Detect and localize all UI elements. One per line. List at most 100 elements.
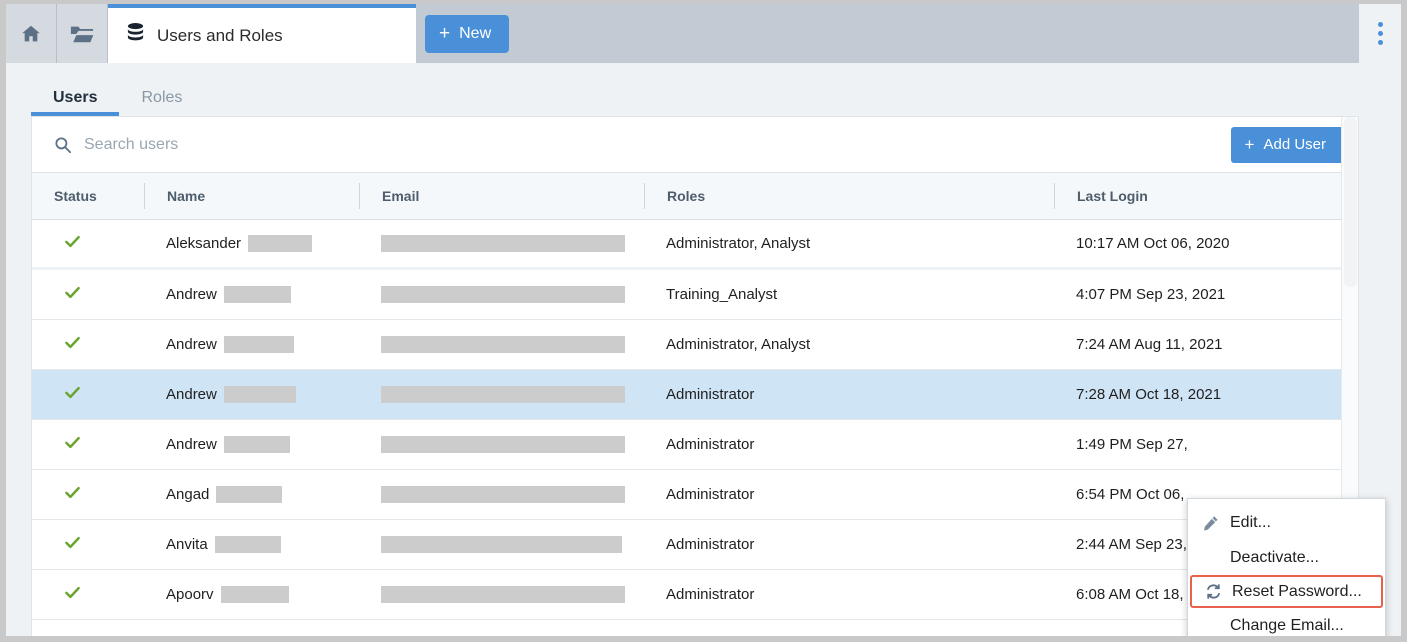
redacted-last-name bbox=[248, 235, 312, 252]
table-row[interactable]: AleksanderAdministrator, Analyst10:17 AM… bbox=[32, 220, 1358, 270]
table-row[interactable]: AndrewTraining_Analyst4:07 PM Sep 23, 20… bbox=[32, 270, 1358, 320]
cell-email bbox=[359, 470, 644, 519]
user-first-name: Andrew bbox=[166, 436, 217, 453]
cell-status bbox=[32, 470, 144, 519]
check-icon bbox=[64, 484, 81, 505]
more-vertical-icon-dot bbox=[1378, 22, 1383, 27]
user-first-name: Andrew bbox=[166, 336, 217, 353]
column-header-email[interactable]: Email bbox=[359, 183, 644, 209]
cell-email bbox=[359, 370, 644, 419]
cell-name: Apoorv bbox=[144, 570, 359, 619]
user-first-name: Anvita bbox=[166, 536, 208, 553]
search-input[interactable] bbox=[84, 136, 1231, 154]
table-row[interactable]: AndrewAdministrator7:28 AM Oct 18, 2021 bbox=[32, 370, 1358, 420]
add-user-label: Add User bbox=[1263, 136, 1326, 153]
cell-email bbox=[359, 420, 644, 469]
cell-roles: Administrator bbox=[644, 420, 1054, 469]
user-first-name: Apoorv bbox=[166, 586, 214, 603]
tab-strip-spacer bbox=[525, 4, 1359, 63]
overflow-menu-button[interactable] bbox=[1359, 4, 1401, 63]
vertical-scrollbar-thumb[interactable] bbox=[1344, 117, 1357, 287]
app-window: Users and Roles + New Users Roles bbox=[0, 0, 1407, 642]
tab-users[interactable]: Users bbox=[31, 90, 119, 116]
cell-last-login: 10:17 AM Oct 06, 2020 bbox=[1054, 220, 1358, 267]
redacted-email bbox=[381, 486, 625, 503]
tab-strip: Users and Roles + New bbox=[6, 4, 1401, 63]
context-menu-item-label: Deactivate... bbox=[1230, 549, 1319, 567]
context-menu-item[interactable]: Deactivate... bbox=[1188, 540, 1385, 575]
check-icon bbox=[64, 233, 81, 254]
redacted-last-name bbox=[221, 586, 289, 603]
check-icon bbox=[64, 284, 81, 305]
column-header-name[interactable]: Name bbox=[144, 183, 359, 209]
redacted-email bbox=[381, 336, 625, 353]
table-header: Status Name Email Roles Last Login bbox=[32, 173, 1358, 220]
tab-roles[interactable]: Roles bbox=[119, 90, 204, 116]
redacted-last-name bbox=[224, 286, 291, 303]
tab-users-and-roles[interactable]: Users and Roles bbox=[108, 4, 416, 63]
cell-email bbox=[359, 520, 644, 569]
redacted-email bbox=[381, 536, 622, 553]
more-vertical-icon-dot bbox=[1378, 31, 1383, 36]
folder-icon bbox=[70, 23, 94, 45]
cell-email bbox=[359, 320, 644, 369]
pencil-icon bbox=[1202, 515, 1220, 531]
cell-status bbox=[32, 220, 144, 267]
cell-last-login: 4:07 PM Sep 23, 2021 bbox=[1054, 270, 1358, 319]
page-body: Users Roles + Add User bbox=[6, 63, 1401, 636]
context-menu-item-label: Reset Password... bbox=[1232, 583, 1362, 601]
check-icon bbox=[64, 384, 81, 405]
user-first-name: Andrew bbox=[166, 386, 217, 403]
database-icon bbox=[126, 23, 145, 49]
search-icon bbox=[54, 136, 72, 154]
redacted-email bbox=[381, 286, 625, 303]
search-row: + Add User bbox=[32, 117, 1358, 173]
column-header-last-login[interactable]: Last Login bbox=[1054, 183, 1358, 209]
redacted-last-name bbox=[216, 486, 282, 503]
home-icon bbox=[20, 23, 42, 45]
table-row[interactable]: ApoorvAdministrator6:08 AM Oct 18, 2021 bbox=[32, 570, 1358, 620]
cell-name: Andrew bbox=[144, 370, 359, 419]
redacted-email bbox=[381, 235, 625, 252]
cell-last-login: 7:24 AM Aug 11, 2021 bbox=[1054, 320, 1358, 369]
cell-roles: Administrator, Analyst bbox=[644, 220, 1054, 267]
cell-name: Angad bbox=[144, 470, 359, 519]
cell-status bbox=[32, 320, 144, 369]
user-first-name: Andrew bbox=[166, 286, 217, 303]
folder-button[interactable] bbox=[57, 4, 108, 63]
cell-status bbox=[32, 420, 144, 469]
cell-roles: Administrator bbox=[644, 470, 1054, 519]
redacted-email bbox=[381, 386, 625, 403]
table-row[interactable]: Andrew Administrator1:49 PM Sep 27, bbox=[32, 420, 1358, 470]
context-menu-item[interactable]: Change Email... bbox=[1188, 608, 1385, 636]
users-panel: + Add User Status Name Email Roles Last … bbox=[31, 116, 1359, 636]
user-first-name: Angad bbox=[166, 486, 209, 503]
redacted-last-name bbox=[224, 386, 296, 403]
plus-icon: + bbox=[1245, 136, 1255, 153]
context-menu-item[interactable]: Reset Password... bbox=[1190, 575, 1383, 608]
redacted-email bbox=[381, 436, 625, 453]
cell-name: Andrew bbox=[144, 270, 359, 319]
cell-last-login: 1:49 PM Sep 27, bbox=[1054, 420, 1358, 469]
table-row[interactable]: AngadAdministrator6:54 PM Oct 06, bbox=[32, 470, 1358, 520]
sub-tab-bar: Users Roles bbox=[6, 63, 1401, 116]
column-header-status[interactable]: Status bbox=[32, 183, 144, 209]
cell-email bbox=[359, 270, 644, 319]
table-row[interactable]: AndrewAdministrator, Analyst7:24 AM Aug … bbox=[32, 320, 1358, 370]
cell-last-login: 7:28 AM Oct 18, 2021 bbox=[1054, 370, 1358, 419]
new-tab-button[interactable]: + New bbox=[425, 15, 509, 53]
cell-status bbox=[32, 270, 144, 319]
column-header-roles[interactable]: Roles bbox=[644, 183, 1054, 209]
tab-title: Users and Roles bbox=[157, 26, 283, 46]
check-icon bbox=[64, 334, 81, 355]
context-menu-item[interactable]: Edit... bbox=[1188, 505, 1385, 540]
cell-roles: Administrator bbox=[644, 570, 1054, 619]
check-icon bbox=[64, 434, 81, 455]
context-menu-item-label: Change Email... bbox=[1230, 617, 1344, 635]
tab-users-label: Users bbox=[53, 89, 97, 106]
redacted-last-name bbox=[224, 436, 290, 453]
add-user-button[interactable]: + Add User bbox=[1231, 127, 1344, 163]
table-row[interactable]: AnvitaAdministrator2:44 AM Sep 23, bbox=[32, 520, 1358, 570]
context-menu-item-label: Edit... bbox=[1230, 514, 1271, 532]
home-button[interactable] bbox=[6, 4, 57, 63]
